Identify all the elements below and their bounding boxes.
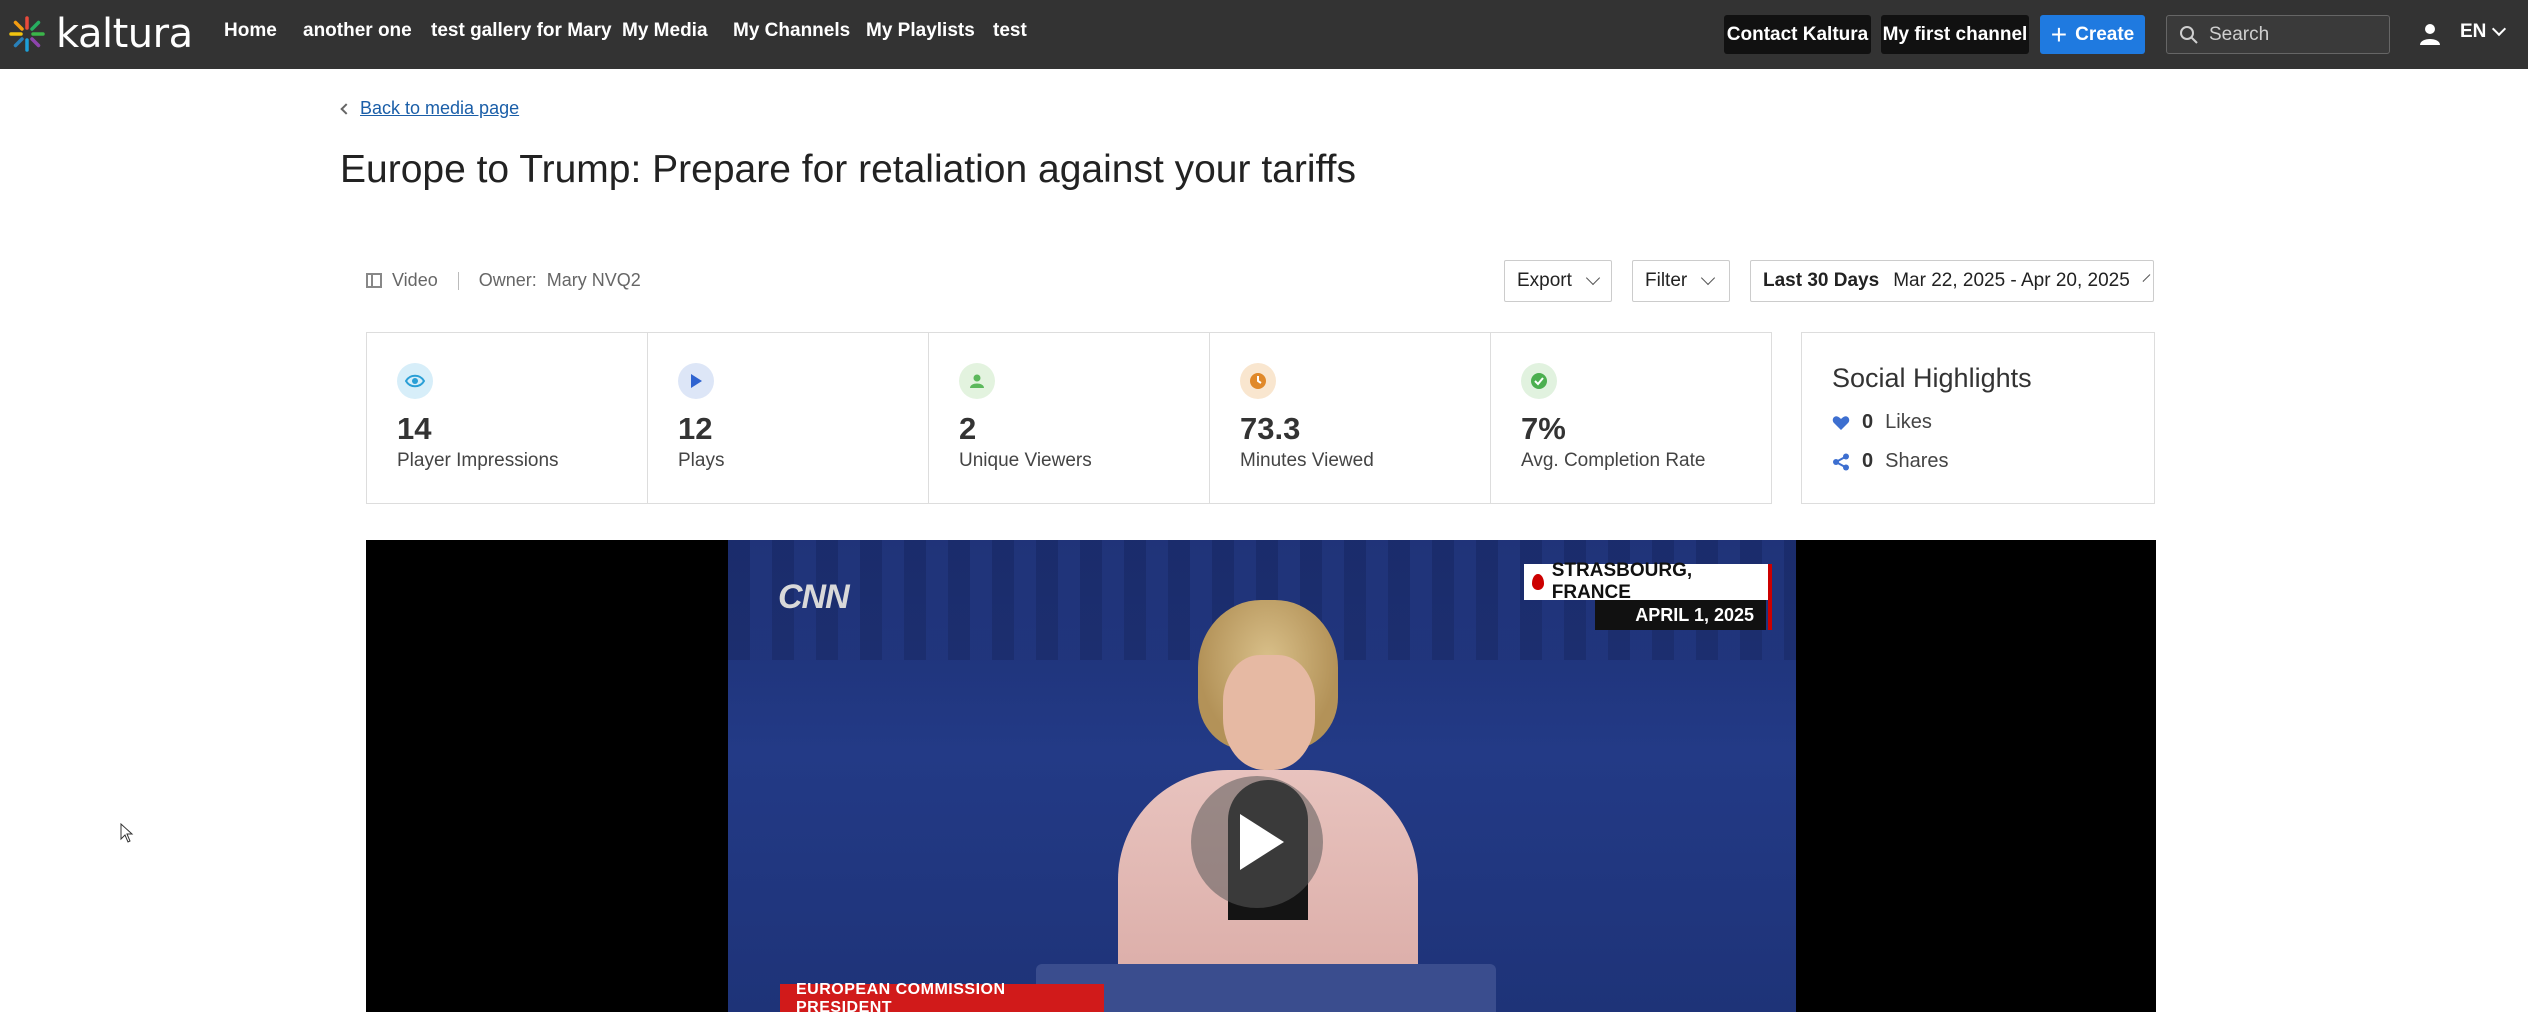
speaker-face <box>1223 655 1315 770</box>
date-range-preset: Last 30 Days <box>1763 270 1880 291</box>
stat-plays: 12 Plays <box>648 333 929 503</box>
social-highlights-title: Social Highlights <box>1832 363 2032 393</box>
filter-dropdown[interactable]: Filter <box>1632 260 1730 302</box>
search-input[interactable] <box>2209 23 2379 46</box>
owner-label: Owner: <box>478 270 537 290</box>
divider <box>457 271 459 290</box>
stat-label: Plays <box>678 450 725 471</box>
stat-value: 14 <box>397 411 432 446</box>
language-selector[interactable]: EN <box>2460 21 2507 43</box>
video-icon <box>366 273 382 288</box>
chevron-left-icon <box>340 102 352 115</box>
caption-accent <box>1768 564 1772 630</box>
search-box[interactable] <box>2166 15 2390 54</box>
channel-logo: CNN <box>778 578 850 616</box>
lower-third-caption: EUROPEAN COMMISSION PRESIDENT <box>780 981 1104 1012</box>
media-type: Video <box>392 270 438 290</box>
eye-icon <box>397 363 433 399</box>
search-icon <box>2180 25 2198 44</box>
location-line: STRASBOURG, FRANCE <box>1524 560 1772 603</box>
nav-item-another-one[interactable]: another one <box>303 20 412 42</box>
chevron-down-icon <box>1585 270 1600 286</box>
plus-icon: + <box>2050 18 2068 50</box>
nav-item-home[interactable]: Home <box>224 20 277 42</box>
contact-kaltura-button[interactable]: Contact Kaltura <box>1724 15 1871 54</box>
chevron-down-icon <box>2142 274 2151 282</box>
location-caption: STRASBOURG, FRANCE APRIL 1, 2025 <box>1524 560 1772 630</box>
video-player[interactable]: CNN STRASBOURG, FRANCE APRIL 1, 2025 EUR… <box>366 540 2156 1012</box>
likes-label: Likes <box>1885 411 1932 433</box>
nav-item-my-playlists[interactable]: My Playlists <box>866 20 975 42</box>
back-link-label: Back to media page <box>360 98 520 118</box>
social-highlights-panel: Social Highlights 0 Likes 0 Shares <box>1801 332 2155 504</box>
page-title: Europe to Trump: Prepare for retaliation… <box>340 148 1356 191</box>
likes-count: 0 <box>1862 411 1874 433</box>
nav-item-my-media[interactable]: My Media <box>622 20 708 42</box>
chevron-down-icon <box>2492 21 2507 37</box>
likes-row: 0 Likes <box>1832 411 1932 434</box>
top-navigation-bar: kaltura Home another one test gallery fo… <box>0 0 2528 69</box>
stat-value: 7% <box>1521 411 1566 446</box>
stat-label: Player Impressions <box>397 450 559 471</box>
date-range-selector[interactable]: Last 30 Days Mar 22, 2025 - Apr 20, 2025 <box>1750 260 2154 302</box>
stat-player-impressions: 14 Player Impressions <box>367 333 648 503</box>
podium <box>1036 964 1496 1012</box>
language-label: EN <box>2460 21 2487 42</box>
stat-value: 73.3 <box>1240 411 1301 446</box>
nav-item-test[interactable]: test <box>993 20 1027 42</box>
mouse-cursor-icon <box>120 823 134 843</box>
shares-label: Shares <box>1885 450 1949 472</box>
stat-label: Unique Viewers <box>959 450 1092 471</box>
stat-label: Minutes Viewed <box>1240 450 1374 471</box>
nav-item-my-channels[interactable]: My Channels <box>733 20 850 42</box>
stat-value: 2 <box>959 411 977 446</box>
location-text: STRASBOURG, FRANCE <box>1551 560 1693 603</box>
stat-unique-viewers: 2 Unique Viewers <box>929 333 1210 503</box>
stats-panel: 14 Player Impressions 12 Plays 2 Unique … <box>366 332 1772 504</box>
stat-completion-rate: 7% Avg. Completion Rate <box>1491 333 1771 503</box>
media-meta: Video Owner: Mary NVQ2 <box>366 270 641 291</box>
stat-minutes-viewed: 73.3 Minutes Viewed <box>1210 333 1491 503</box>
shares-row: 0 Shares <box>1832 450 1949 473</box>
stat-label: Avg. Completion Rate <box>1521 450 1706 471</box>
owner-name: Mary NVQ2 <box>546 270 641 290</box>
user-icon <box>959 363 995 399</box>
stat-value: 12 <box>678 411 713 446</box>
chevron-down-icon <box>1701 270 1716 286</box>
brand-name: kaltura <box>56 11 193 57</box>
create-button[interactable]: + Create <box>2040 15 2145 54</box>
location-pin-icon <box>1532 574 1544 590</box>
my-first-channel-button[interactable]: My first channel <box>1881 15 2029 54</box>
export-label: Export <box>1517 270 1572 291</box>
play-icon <box>1240 814 1284 870</box>
play-button[interactable] <box>1191 776 1323 908</box>
kaltura-logo[interactable]: kaltura <box>8 11 193 57</box>
back-to-media-link[interactable]: Back to media page <box>340 98 520 119</box>
play-icon <box>678 363 714 399</box>
kaltura-logo-icon <box>9 16 45 52</box>
nav-item-test-gallery[interactable]: test gallery for Mary <box>431 20 612 42</box>
date-text: APRIL 1, 2025 <box>1595 600 1766 630</box>
share-icon <box>1833 453 1849 470</box>
date-range-dates: Mar 22, 2025 - Apr 20, 2025 <box>1893 270 2130 291</box>
shares-count: 0 <box>1862 450 1874 472</box>
user-account-icon[interactable] <box>2418 22 2442 46</box>
clock-icon <box>1240 363 1276 399</box>
heart-icon <box>1832 415 1850 430</box>
export-dropdown[interactable]: Export <box>1504 260 1612 302</box>
check-icon <box>1521 363 1557 399</box>
create-label: Create <box>2075 23 2135 45</box>
filter-label: Filter <box>1645 270 1688 291</box>
